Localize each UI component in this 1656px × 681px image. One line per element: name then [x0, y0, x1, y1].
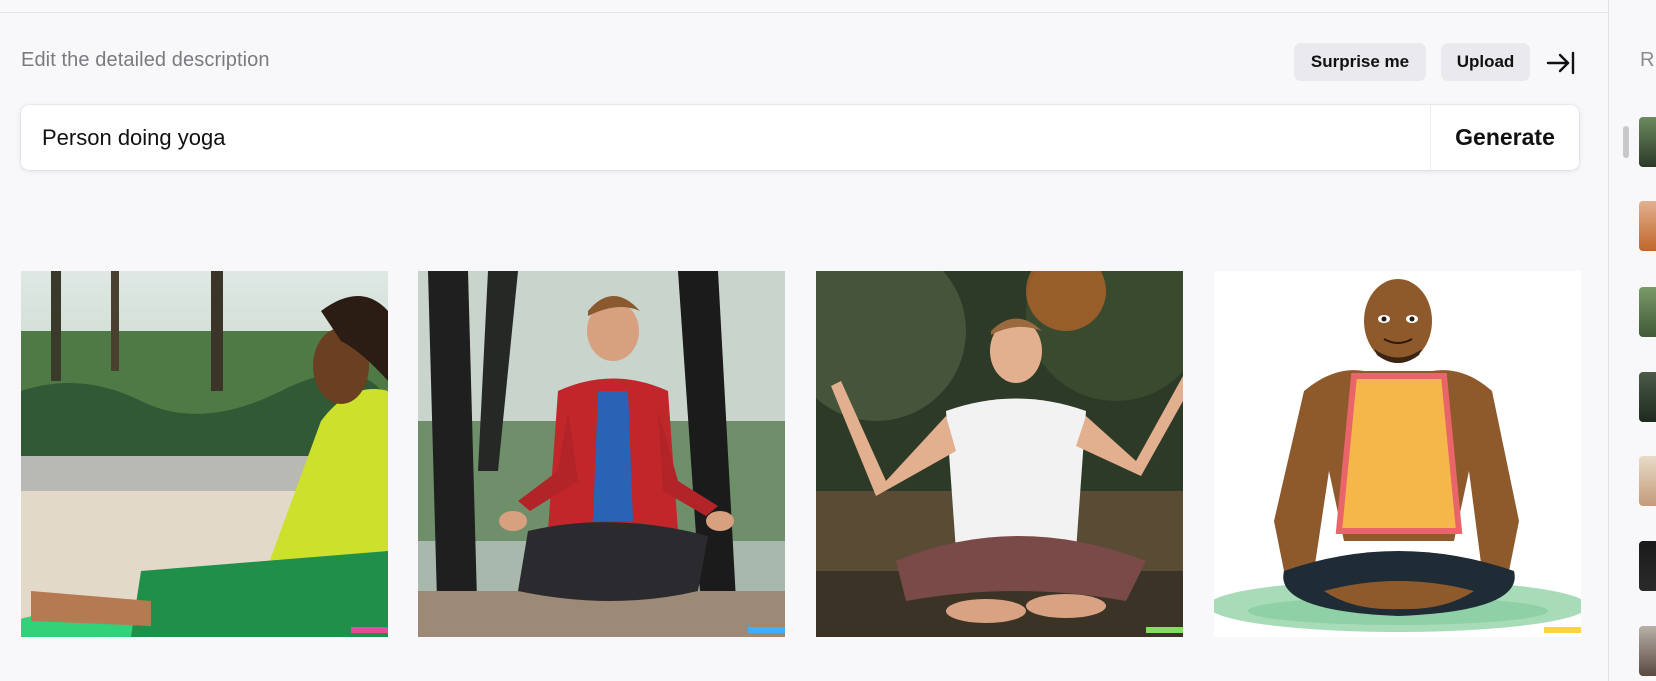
surprise-me-button[interactable]: Surprise me [1294, 43, 1426, 81]
prompt-input[interactable] [42, 105, 1422, 170]
description-heading: Edit the detailed description [21, 49, 270, 71]
sidebar-scrollbar[interactable] [1623, 126, 1629, 158]
generate-button[interactable]: Generate [1431, 105, 1579, 170]
top-divider [0, 12, 1608, 13]
result-image-4[interactable] [1214, 271, 1581, 637]
history-thumbnail[interactable] [1639, 456, 1656, 506]
history-sidebar: R [1608, 0, 1656, 681]
history-thumbnail[interactable] [1639, 117, 1656, 167]
upload-button[interactable]: Upload [1441, 43, 1530, 81]
history-thumbnail[interactable] [1639, 626, 1656, 676]
history-thumbnail[interactable] [1639, 541, 1656, 591]
result-image-1[interactable] [21, 271, 388, 637]
editor-panel: Edit the detailed description Surprise m… [0, 0, 1608, 681]
history-thumbnail[interactable] [1639, 287, 1656, 337]
history-thumbnail[interactable] [1639, 201, 1656, 251]
result-image-3[interactable] [816, 271, 1183, 637]
prompt-bar: Generate [21, 105, 1579, 170]
sidebar-heading: R [1640, 49, 1655, 71]
history-thumbnail[interactable] [1639, 372, 1656, 422]
collapse-panel-icon[interactable] [1546, 49, 1576, 77]
result-image-2[interactable] [418, 271, 785, 637]
